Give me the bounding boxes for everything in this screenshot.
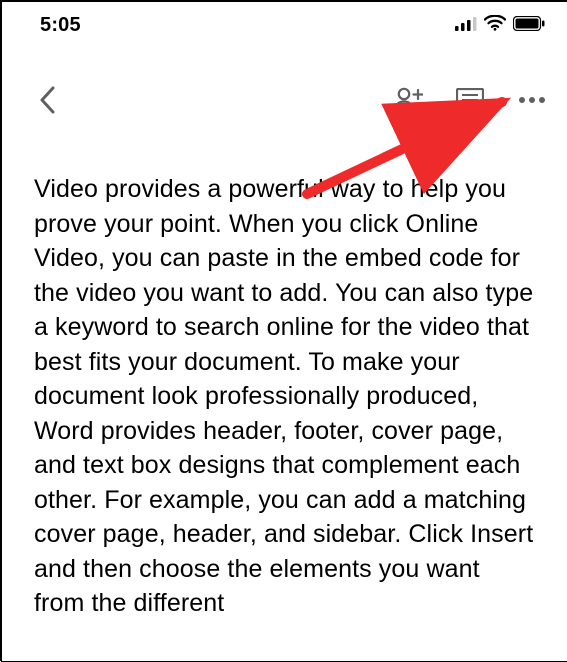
page-layout-button[interactable]	[453, 83, 487, 117]
wifi-icon	[484, 14, 506, 37]
chevron-left-icon	[39, 86, 56, 114]
app-toolbar	[2, 72, 567, 128]
document-body[interactable]: Video provides a powerful way to help yo…	[2, 128, 567, 621]
cellular-signal-icon	[455, 14, 477, 37]
status-time: 5:05	[40, 14, 81, 37]
more-options-button[interactable]	[515, 83, 549, 117]
page-layout-icon	[456, 88, 484, 112]
battery-icon	[513, 14, 545, 37]
back-button[interactable]	[30, 83, 64, 117]
ellipsis-icon	[518, 96, 546, 104]
document-text: Video provides a powerful way to help yo…	[34, 175, 533, 617]
status-right-cluster	[455, 14, 545, 37]
person-plus-icon	[393, 87, 423, 113]
status-bar: 5:05	[2, 2, 567, 42]
add-person-button[interactable]	[391, 83, 425, 117]
